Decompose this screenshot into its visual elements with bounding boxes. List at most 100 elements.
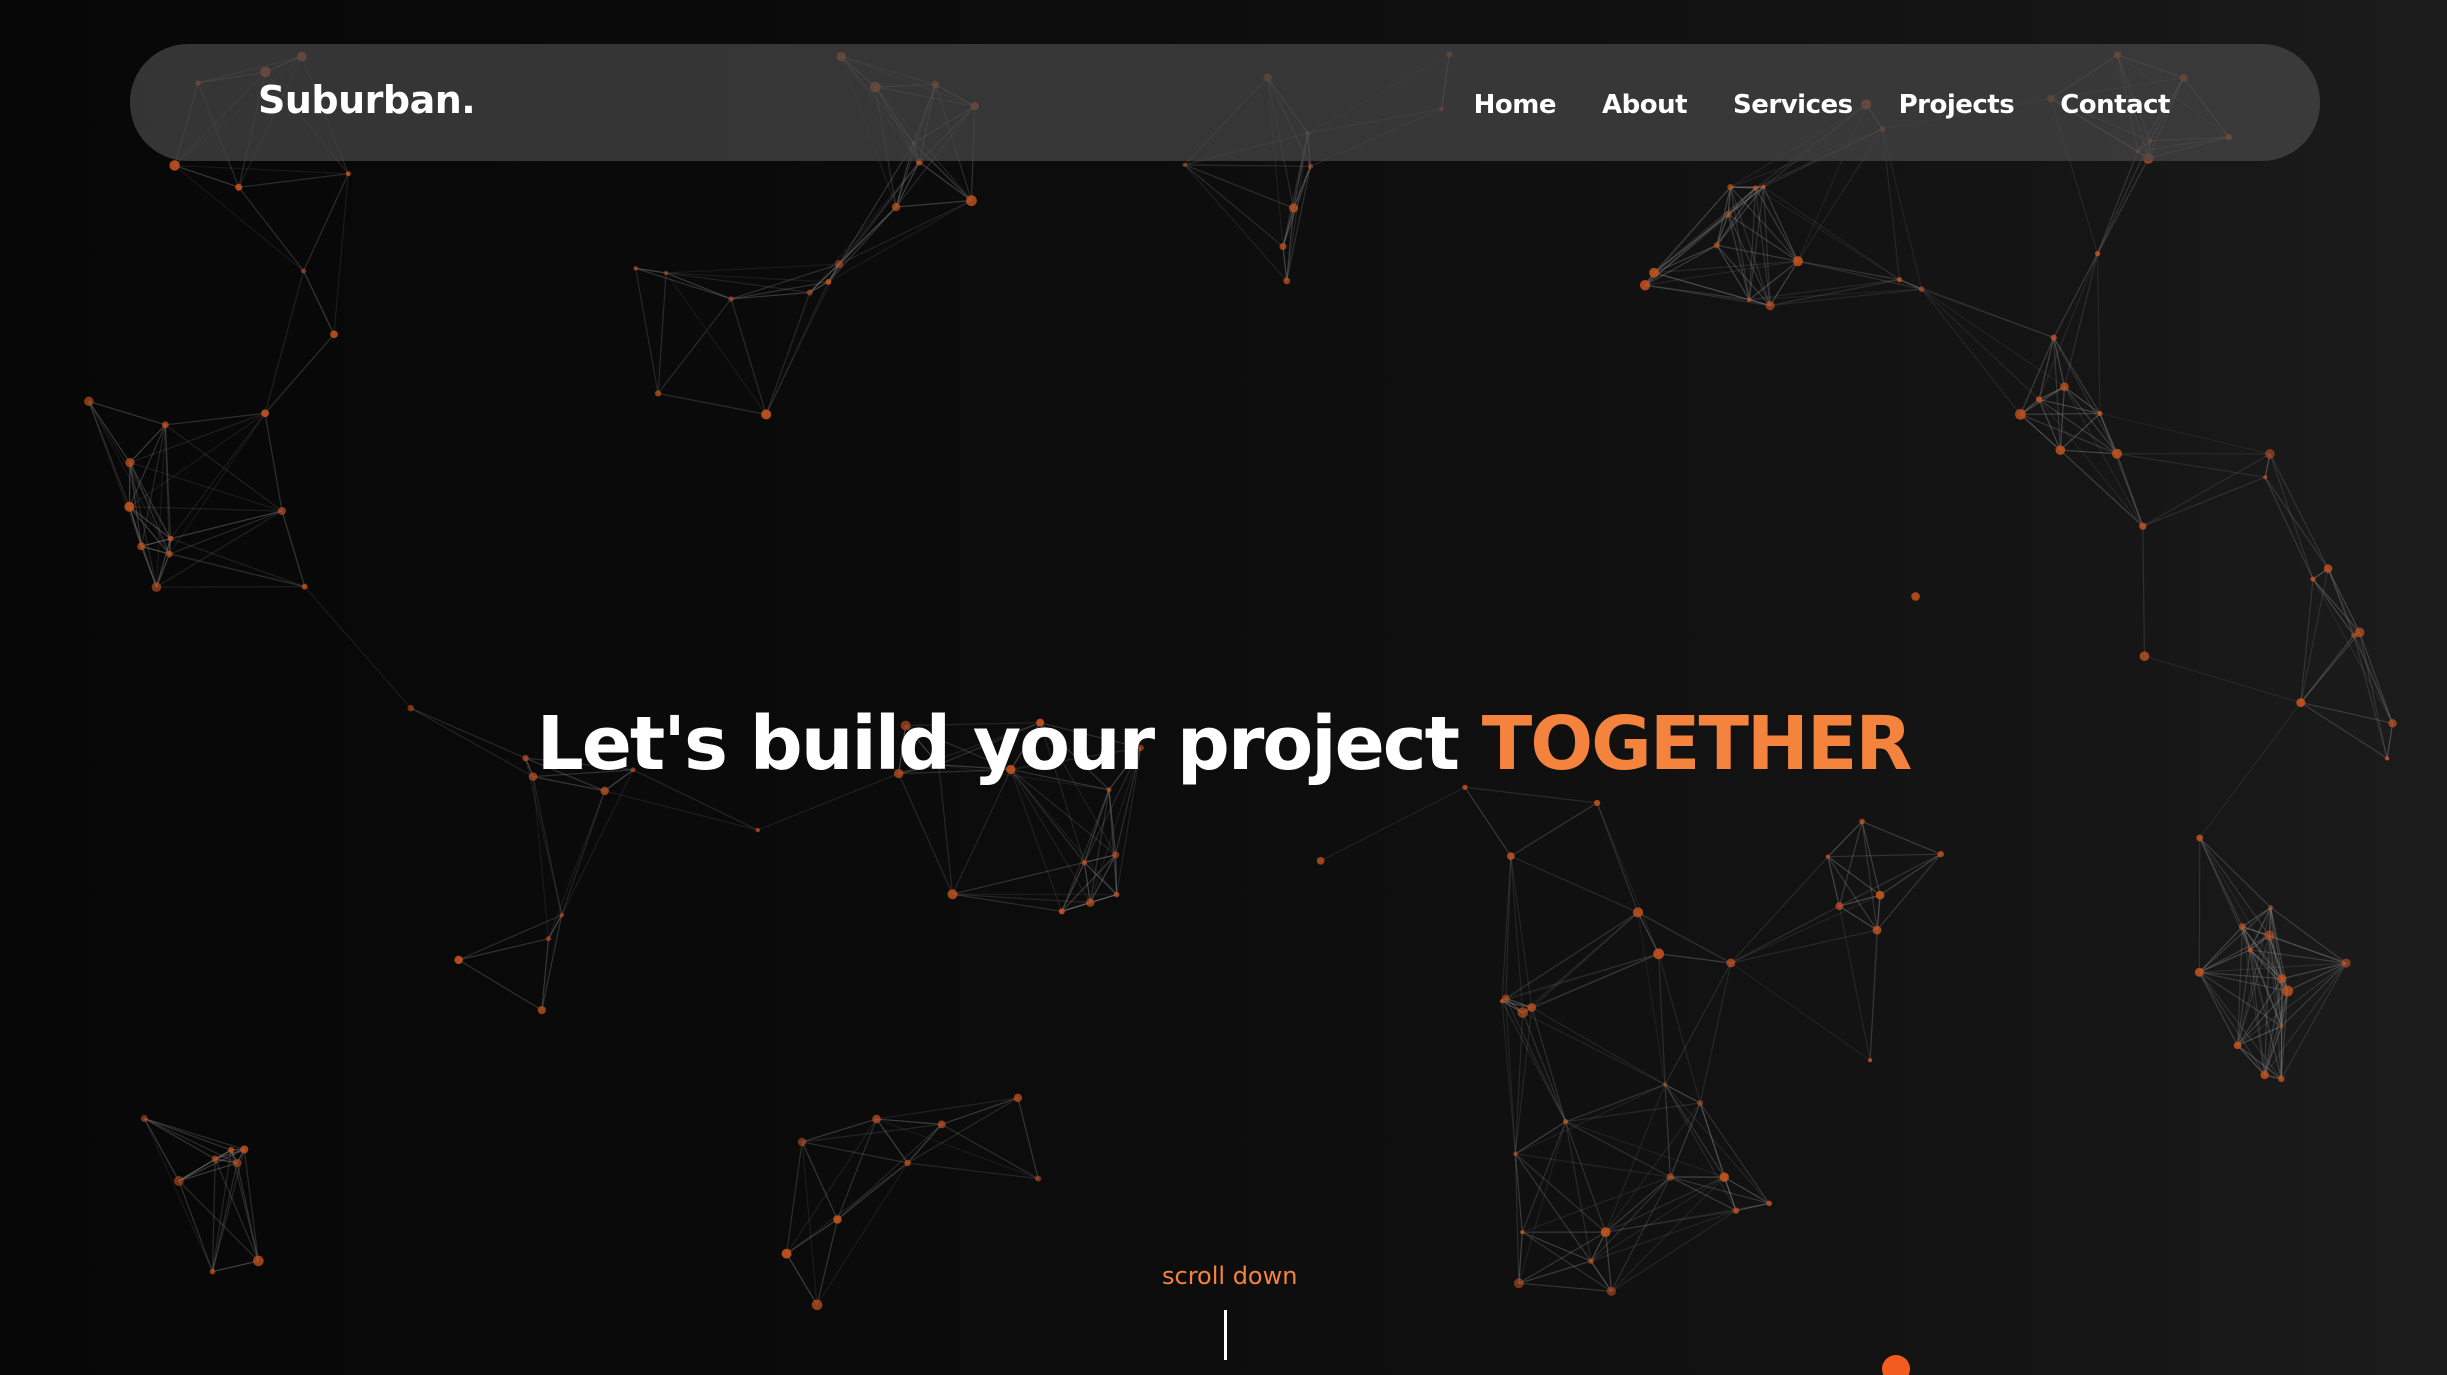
network-node	[537, 1005, 546, 1015]
network-link	[2327, 568, 2361, 633]
nav-link-services[interactable]: Services	[1733, 90, 1853, 120]
network-node	[728, 296, 734, 302]
network-link	[1610, 1176, 1671, 1292]
network-link	[2199, 837, 2270, 936]
network-link	[952, 861, 1085, 895]
network-node	[1765, 300, 1775, 311]
network-link	[801, 1141, 838, 1220]
nav-link-home[interactable]: Home	[1474, 90, 1557, 120]
network-link	[1664, 1084, 1671, 1178]
network-link	[281, 510, 306, 587]
network-node	[2139, 651, 2150, 661]
network-node	[173, 1176, 184, 1186]
network-link	[2097, 151, 2139, 254]
network-node	[1639, 279, 1651, 291]
navbar: Suburban. Home About Services Projects C…	[130, 44, 2320, 161]
network-link	[837, 1123, 943, 1220]
network-link	[170, 412, 266, 539]
network-link	[561, 790, 606, 916]
network-node	[2277, 974, 2287, 984]
network-link	[2099, 413, 2144, 527]
network-node	[797, 1137, 807, 1147]
nav-link-projects[interactable]: Projects	[1899, 90, 2015, 120]
network-node	[1279, 243, 1287, 251]
network-link	[816, 1162, 909, 1306]
network-link	[156, 510, 283, 588]
network-node	[835, 260, 844, 269]
network-node	[228, 1146, 235, 1154]
network-link	[2099, 412, 2271, 455]
network-link	[1769, 260, 1799, 306]
scroll-indicator-line	[1224, 1310, 1227, 1360]
network-node	[825, 279, 832, 285]
network-node	[2260, 1070, 2269, 1080]
network-link	[1723, 1176, 1770, 1204]
network-link	[2287, 962, 2347, 992]
network-link	[1518, 1282, 1612, 1292]
network-node	[1727, 183, 1734, 191]
network-link	[2198, 972, 2239, 1046]
network-node	[1724, 210, 1732, 218]
network-node	[663, 270, 669, 276]
logo[interactable]: Suburban.	[258, 78, 476, 122]
network-link	[876, 1097, 1019, 1120]
network-link	[238, 186, 305, 272]
network-node	[1872, 925, 1882, 935]
hero-page: Suburban. Home About Services Projects C…	[0, 0, 2447, 1375]
network-node	[2233, 1041, 2242, 1050]
network-node	[2097, 410, 2103, 417]
network-link	[1699, 1102, 1725, 1178]
network-node	[559, 912, 565, 918]
network-node	[278, 506, 287, 515]
network-node	[2194, 967, 2204, 977]
network-node	[2094, 250, 2101, 257]
network-link	[1522, 953, 1659, 1014]
network-link	[1839, 853, 1942, 907]
network-link	[1861, 820, 1942, 855]
network-node	[330, 330, 338, 339]
network-link	[1921, 288, 2065, 388]
network-node	[161, 421, 169, 429]
network-node	[1719, 1172, 1729, 1182]
network-link	[264, 413, 283, 512]
network-link	[1510, 802, 1598, 857]
network-link	[1921, 288, 2021, 415]
network-node	[1499, 999, 1505, 1004]
network-link	[1464, 786, 1512, 857]
network-link	[785, 1141, 803, 1254]
network-link	[1510, 856, 1533, 1008]
network-node	[2351, 632, 2357, 639]
network-link	[907, 1123, 943, 1164]
network-link	[2280, 962, 2347, 1080]
network-node	[545, 936, 552, 942]
network-link	[895, 161, 920, 208]
network-link	[635, 267, 732, 300]
nav-link-about[interactable]: About	[1602, 90, 1688, 120]
network-node	[1058, 908, 1065, 915]
network-node	[211, 1155, 219, 1163]
network-link	[1522, 911, 1639, 1014]
network-link	[2053, 253, 2099, 338]
scroll-down-link[interactable]: scroll down	[1162, 1262, 1297, 1290]
network-node	[1513, 1151, 1518, 1157]
network-node	[633, 266, 638, 271]
network-link	[1754, 187, 1771, 306]
network-node	[253, 1255, 264, 1267]
network-link	[88, 401, 142, 547]
network-node	[833, 1215, 842, 1224]
nav-link-contact[interactable]: Contact	[2060, 90, 2170, 120]
network-node	[169, 160, 180, 171]
network-node	[2263, 475, 2268, 480]
network-node	[2341, 958, 2351, 968]
network-link	[1565, 1102, 1701, 1123]
network-link	[168, 412, 266, 555]
network-link	[1590, 1210, 1737, 1262]
network-node	[1632, 907, 1644, 918]
network-link	[1730, 905, 1840, 964]
network-node	[454, 955, 463, 965]
network-node	[1859, 818, 1865, 825]
network-node	[2310, 576, 2316, 582]
network-link	[1565, 1083, 1666, 1123]
network-node	[2279, 1024, 2284, 1029]
network-link	[827, 206, 897, 283]
